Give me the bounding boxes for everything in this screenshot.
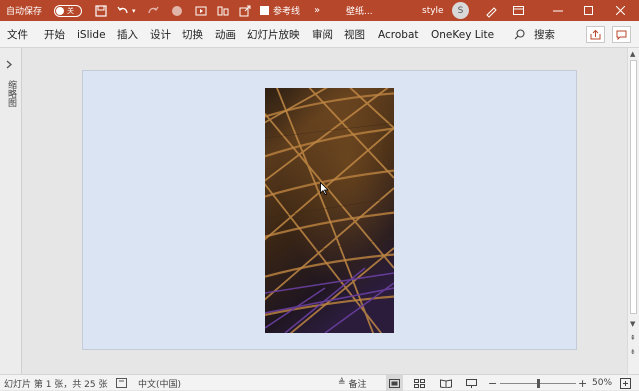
zoom-percent[interactable]: 50% <box>592 375 612 391</box>
comments-icon[interactable] <box>612 26 631 43</box>
user-name[interactable]: style <box>422 0 444 21</box>
autosave-toggle[interactable]: 关 <box>54 0 82 21</box>
search-box[interactable]: 搜索 <box>514 21 555 48</box>
fit-slide-icon[interactable] <box>620 375 631 391</box>
normal-view-icon[interactable] <box>386 375 403 391</box>
document-title: 壁纸... <box>346 7 373 17</box>
chevron-right-icon[interactable] <box>6 60 13 69</box>
tab-home[interactable]: 开始 <box>44 21 65 48</box>
search-label: 搜索 <box>534 29 555 41</box>
scroll-up-icon[interactable]: ▲ <box>630 50 635 58</box>
undo-dropdown-icon[interactable]: ▾ <box>132 0 136 21</box>
status-bar: 幻灯片 第 1 张，共 25 张 中文(中国) ≜ 备注 − + 50% <box>0 374 639 391</box>
ribbon-display-icon[interactable] <box>510 0 526 21</box>
tab-review[interactable]: 审阅 <box>312 21 333 48</box>
save-icon[interactable] <box>94 0 108 21</box>
scroll-thumb[interactable] <box>630 60 637 314</box>
more-commands-icon[interactable]: » <box>314 0 320 21</box>
tab-file[interactable]: 文件 <box>7 21 28 48</box>
tab-view[interactable]: 视图 <box>344 21 365 48</box>
close-icon[interactable] <box>612 0 628 21</box>
tab-insert[interactable]: 插入 <box>117 21 138 48</box>
title-bar: 自动保存 关 ▾ 参考线 » 壁纸... style S <box>0 0 639 21</box>
vertical-scrollbar[interactable]: ▲ ▼ ⇞ ⇟ <box>627 48 639 374</box>
autosave-label: 自动保存 <box>6 7 43 17</box>
minimize-icon[interactable] <box>550 0 566 21</box>
roof-structure-photo <box>265 88 394 333</box>
thumbnail-pane-collapsed[interactable]: 缩略图 <box>0 48 22 374</box>
tab-onekey-lite[interactable]: OneKey Lite <box>431 21 494 48</box>
slide-photo[interactable] <box>265 88 394 333</box>
scroll-down-icon[interactable]: ▼ <box>630 320 635 328</box>
record-icon[interactable] <box>170 0 184 21</box>
mouse-pointer-icon <box>320 182 329 195</box>
ribbon-tabs: 文件 开始 iSlide 插入 设计 切换 动画 幻灯片放映 审阅 视图 Acr… <box>0 21 639 48</box>
reference-line-checkbox[interactable]: 参考线 <box>260 0 300 21</box>
slide-canvas[interactable] <box>82 70 577 350</box>
tab-acrobat[interactable]: Acrobat <box>378 21 419 48</box>
autosave-state: 关 <box>67 6 74 15</box>
zoom-slider[interactable] <box>500 375 576 391</box>
notes-icon: ≜ <box>338 378 346 388</box>
slideshow-view-icon[interactable] <box>466 375 477 391</box>
thumbnail-pane-label: 缩略图 <box>6 80 16 107</box>
pen-icon[interactable] <box>484 0 498 21</box>
tab-transitions[interactable]: 切换 <box>182 21 203 48</box>
undo-icon[interactable] <box>116 0 130 21</box>
zoom-slider-knob[interactable] <box>537 378 540 388</box>
slide-sorter-icon[interactable] <box>414 375 425 391</box>
tab-design[interactable]: 设计 <box>150 21 171 48</box>
notes-label: 备注 <box>348 379 367 390</box>
reference-line-label: 参考线 <box>273 7 301 17</box>
next-slide-icon[interactable]: ⇟ <box>630 348 636 356</box>
search-icon <box>514 29 525 40</box>
previous-slide-icon[interactable]: ⇞ <box>630 334 636 342</box>
slide-editing-area <box>23 48 627 374</box>
slide-count-status: 幻灯片 第 1 张，共 25 张 <box>4 379 108 390</box>
tab-slideshow[interactable]: 幻灯片放映 <box>247 21 300 48</box>
accessibility-icon[interactable] <box>116 375 127 391</box>
notes-button[interactable]: ≜ 备注 <box>338 375 367 391</box>
language-status[interactable]: 中文(中国) <box>138 375 181 391</box>
export-icon[interactable] <box>238 0 252 21</box>
reading-view-icon[interactable] <box>440 375 452 391</box>
share-icon[interactable] <box>586 26 605 43</box>
zoom-in-button[interactable]: + <box>578 375 587 391</box>
redo-icon[interactable] <box>146 0 160 21</box>
align-icon[interactable] <box>216 0 230 21</box>
tab-animations[interactable]: 动画 <box>215 21 236 48</box>
avatar[interactable]: S <box>452 0 469 21</box>
tab-islide[interactable]: iSlide <box>77 21 106 48</box>
maximize-icon[interactable] <box>580 0 596 21</box>
slideshow-icon[interactable] <box>194 0 208 21</box>
zoom-out-button[interactable]: − <box>488 375 497 391</box>
